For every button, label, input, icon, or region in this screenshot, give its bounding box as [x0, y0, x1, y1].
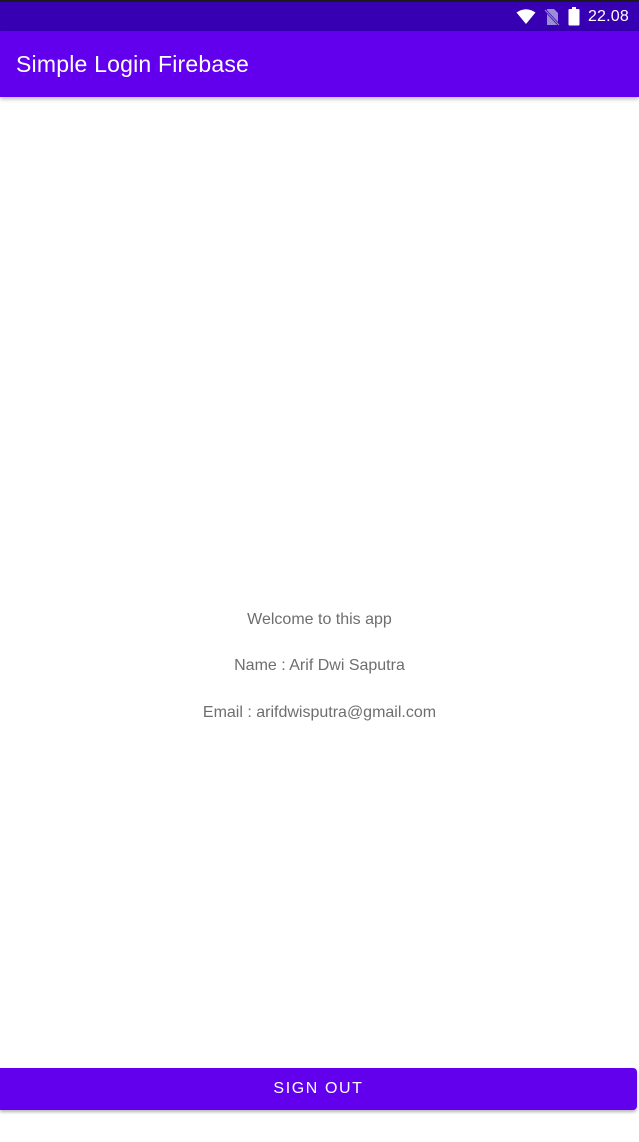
user-email-text: Email : arifdwisputra@gmail.com: [202, 704, 437, 721]
battery-icon: [568, 7, 580, 26]
status-time: 22.08: [587, 7, 629, 25]
no-sim-icon: [544, 8, 560, 26]
app-title: Simple Login Firebase: [16, 51, 250, 77]
status-icons: 22.08: [516, 2, 629, 31]
user-name-text: Name : Arif Dwi Saputra: [234, 657, 405, 674]
sign-out-button[interactable]: Sign Out: [0, 1068, 637, 1110]
wifi-icon: [516, 8, 536, 25]
status-bar: 22.08: [0, 0, 639, 31]
welcome-text: Welcome to this app: [247, 611, 392, 628]
app-bar: Simple Login Firebase: [0, 31, 639, 97]
